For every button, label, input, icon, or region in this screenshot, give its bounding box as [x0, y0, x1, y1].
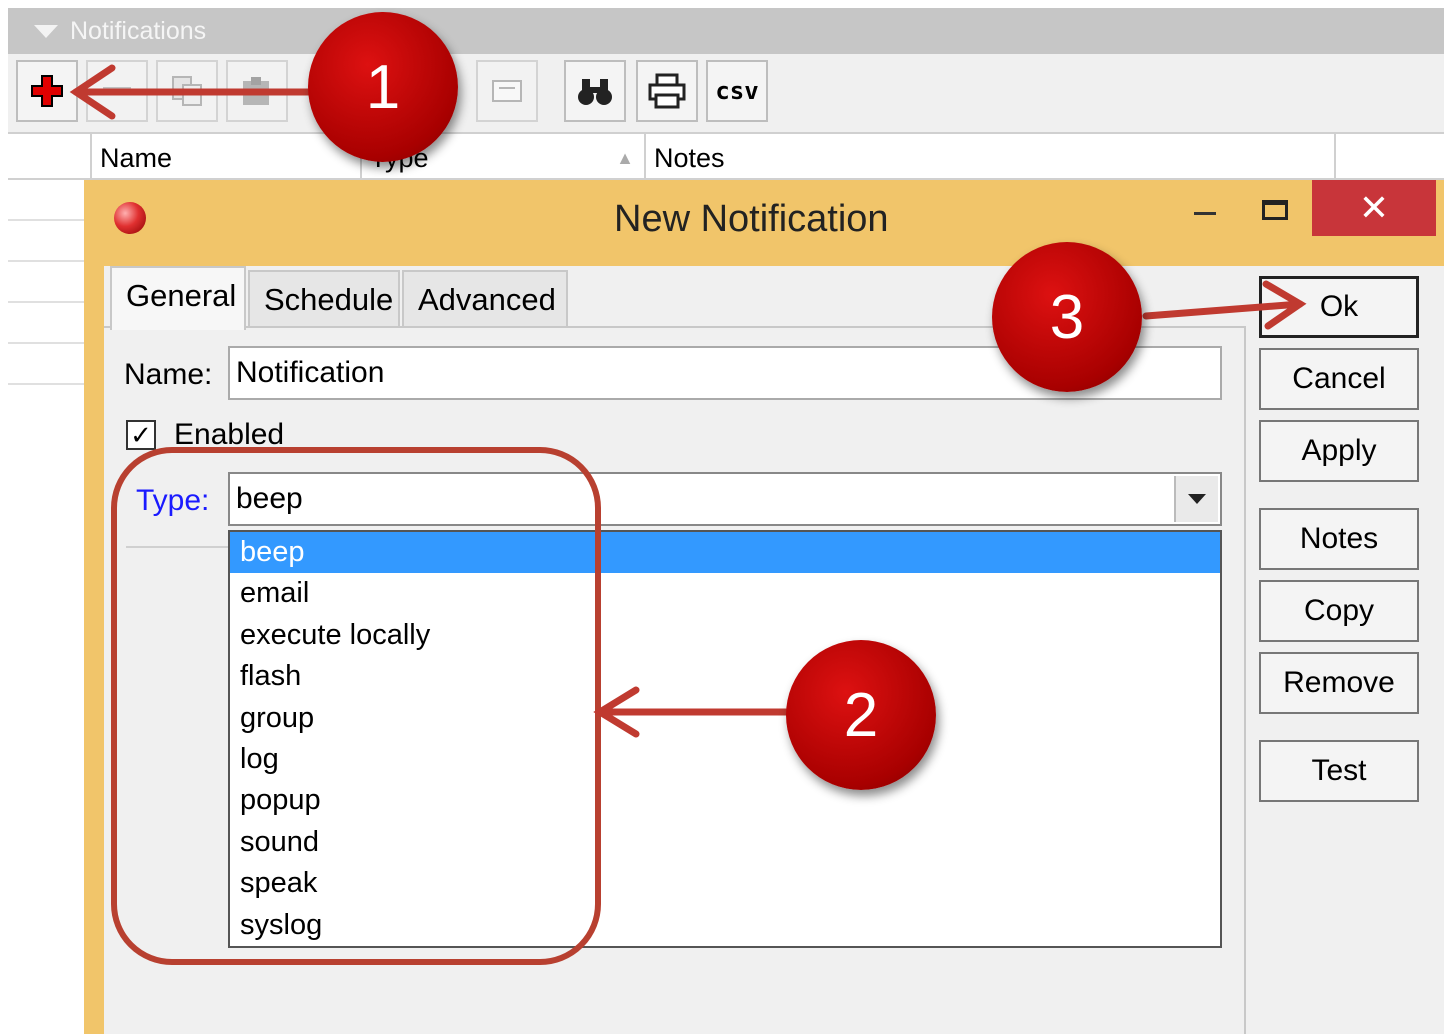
collapse-triangle-icon[interactable] [34, 24, 58, 38]
enabled-checkbox[interactable]: ✓ [126, 420, 156, 450]
type-option-email[interactable]: email [230, 573, 1220, 614]
ok-button[interactable]: Ok [1259, 276, 1419, 338]
callout-3: 3 [992, 242, 1142, 392]
table-row[interactable] [8, 344, 84, 385]
checkmark-icon: ✓ [130, 420, 152, 450]
export-csv-button[interactable]: csv [706, 60, 768, 122]
grid-rows [8, 180, 84, 1034]
remove-button[interactable]: Remove [1259, 652, 1419, 714]
test-button[interactable]: Test [1259, 740, 1419, 802]
type-option-speak[interactable]: speak [230, 863, 1220, 904]
dialog-client: General Schedule Advanced Name: Notifica… [104, 266, 1444, 1034]
add-button[interactable] [16, 60, 78, 122]
notes-button[interactable]: Notes [1259, 508, 1419, 570]
chevron-down-icon[interactable] [1174, 476, 1218, 522]
copy-button[interactable] [156, 60, 218, 122]
new-notification-dialog: New Notification ✕ General Schedule Adva… [84, 180, 1444, 1034]
callout-1: 1 [308, 12, 458, 162]
table-row[interactable] [8, 180, 84, 221]
tab-general[interactable]: General [110, 266, 246, 330]
type-option-syslog[interactable]: syslog [230, 905, 1220, 946]
apply-button[interactable]: Apply [1259, 420, 1419, 482]
type-option-flash[interactable]: flash [230, 656, 1220, 697]
app-icon [114, 202, 146, 234]
panel-title: Notifications [70, 16, 207, 45]
type-select-value: beep [236, 482, 303, 515]
toolbar: csv [8, 54, 1444, 132]
button-column-divider [1244, 326, 1246, 1034]
grid-header: Name Type ▲ Notes [8, 132, 1444, 180]
name-label: Name: [124, 358, 213, 391]
find-icon [578, 79, 612, 105]
paste-icon [243, 77, 269, 105]
comment-icon [492, 80, 522, 102]
type-option-sound[interactable]: sound [230, 822, 1220, 863]
sort-ascending-icon: ▲ [616, 148, 634, 168]
type-option-beep[interactable]: beep [230, 532, 1220, 574]
table-row[interactable] [8, 262, 84, 303]
cancel-button[interactable]: Cancel [1259, 348, 1419, 410]
column-notes[interactable]: Notes [646, 134, 1336, 180]
enabled-label: Enabled [174, 418, 285, 451]
table-row[interactable] [8, 221, 84, 262]
tab-schedule[interactable]: Schedule [248, 270, 400, 326]
column-name[interactable]: Name [92, 134, 362, 180]
panel-header[interactable]: Notifications [8, 8, 1444, 54]
type-option-group[interactable]: group [230, 698, 1220, 739]
add-icon [31, 75, 63, 107]
dialog-title: New Notification [614, 198, 889, 240]
close-button[interactable]: ✕ [1312, 180, 1436, 236]
grid-header-blank [8, 134, 92, 180]
maximize-button[interactable] [1262, 200, 1288, 220]
type-label: Type: [136, 484, 210, 517]
type-option-popup[interactable]: popup [230, 780, 1220, 821]
table-row[interactable] [8, 303, 84, 344]
type-option-log[interactable]: log [230, 739, 1220, 780]
find-button[interactable] [564, 60, 626, 122]
type-dropdown-list: beep email execute locally flash group l… [228, 530, 1222, 948]
paste-button[interactable] [226, 60, 288, 122]
divider [126, 546, 228, 548]
type-option-execute-locally[interactable]: execute locally [230, 615, 1220, 656]
minimize-button[interactable] [1194, 212, 1216, 215]
print-button[interactable] [636, 60, 698, 122]
csv-icon: csv [715, 77, 759, 105]
close-icon: ✕ [1358, 187, 1390, 229]
callout-2: 2 [786, 640, 936, 790]
remove-button[interactable] [86, 60, 148, 122]
copy-button[interactable]: Copy [1259, 580, 1419, 642]
type-select[interactable]: beep [228, 472, 1222, 526]
tab-advanced[interactable]: Advanced [402, 270, 568, 326]
remove-icon [103, 87, 131, 95]
comment-button[interactable] [476, 60, 538, 122]
print-icon [648, 73, 686, 109]
copy-icon [172, 76, 202, 106]
